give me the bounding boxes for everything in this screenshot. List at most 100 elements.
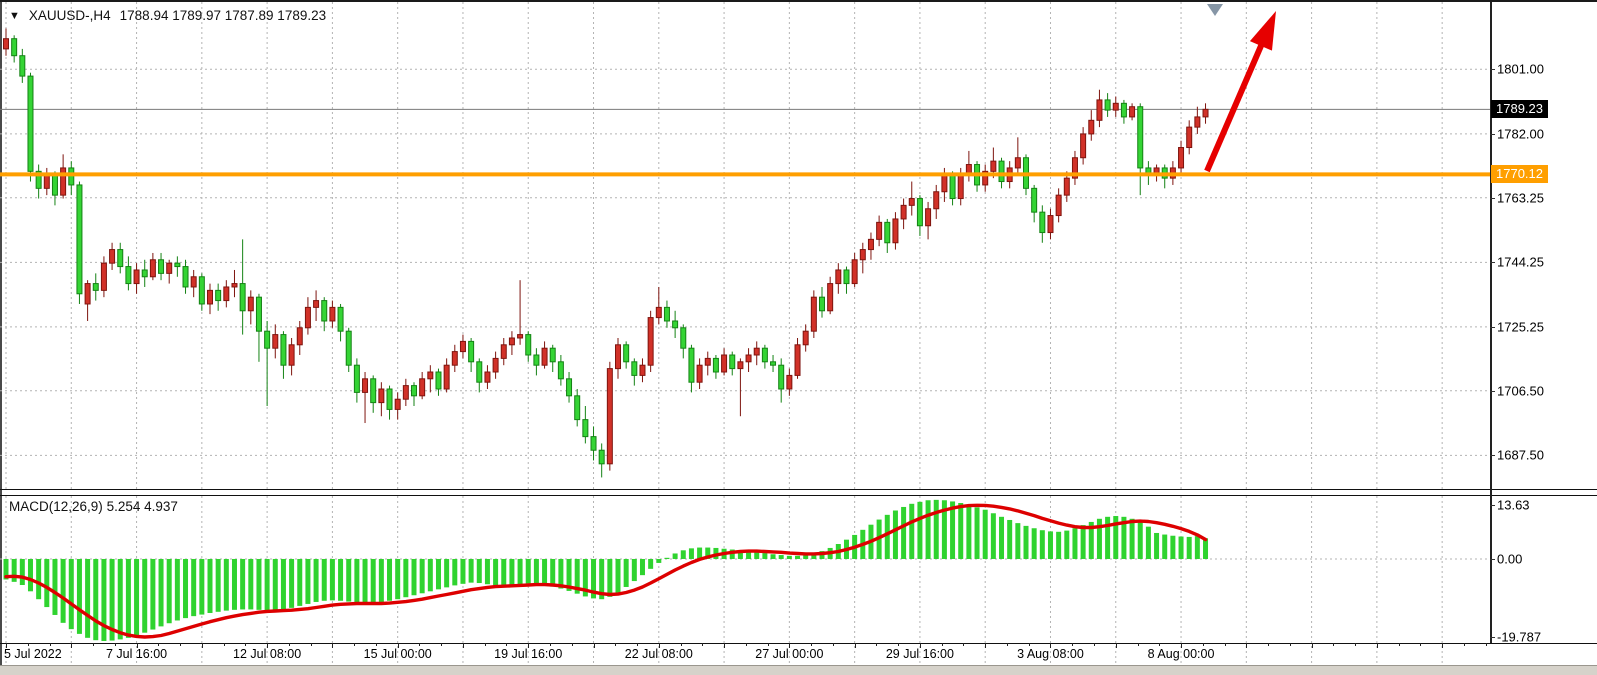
macd-bar [338, 559, 343, 601]
macd-bar [93, 559, 98, 640]
macd-bar [1170, 536, 1175, 559]
macd-bar [477, 559, 482, 583]
price-tick-label: 1744.25 [1497, 255, 1544, 270]
chevron-down-icon[interactable]: ▼ [9, 10, 20, 22]
time-axis-tick [681, 643, 682, 646]
time-axis-tick [637, 643, 638, 646]
time-axis-tick [1116, 643, 1117, 648]
macd-bar [183, 559, 188, 618]
macd-bar [983, 510, 988, 559]
macd-bar [1015, 523, 1020, 559]
price-tick-label: 1687.50 [1497, 448, 1544, 463]
macd-bar [648, 559, 653, 569]
macd-indicator-label: MACD(12,26,9) 5.254 4.937 [9, 499, 178, 514]
macd-bar [273, 559, 278, 610]
panel-separator-top[interactable] [0, 489, 1597, 490]
macd-bar [795, 556, 800, 559]
macd-bar [485, 559, 490, 584]
time-tick-label: 27 Jul 00:00 [755, 647, 823, 661]
time-axis-tick [245, 643, 246, 646]
macd-bar [1024, 526, 1029, 559]
macd-bar [305, 559, 310, 604]
macd-bar [395, 559, 400, 599]
macd-bar [77, 559, 82, 634]
macd-bar [118, 559, 123, 639]
macd-bar [509, 559, 514, 585]
macd-bar [36, 559, 41, 599]
macd-bar [379, 559, 384, 602]
time-axis-tick [550, 643, 551, 646]
time-tick-label: 3 Aug 08:00 [1017, 647, 1084, 661]
macd-bar [150, 559, 155, 630]
macd-bar [191, 559, 196, 616]
macd-bar [934, 500, 939, 559]
macd-bar [297, 559, 302, 606]
macd-bar [550, 559, 555, 587]
macd-bar [167, 559, 172, 623]
macd-bar [371, 559, 376, 603]
time-axis-tick [1029, 643, 1030, 646]
macd-bar [330, 559, 335, 600]
time-axis-tick [311, 643, 312, 646]
macd-bar [101, 559, 106, 641]
time-axis-tick [1246, 643, 1247, 648]
macd-bar [917, 502, 922, 559]
macd-bar [208, 559, 213, 613]
time-axis-border [0, 643, 1597, 644]
macd-bar [240, 559, 245, 609]
macd-bar [526, 559, 531, 583]
time-axis-tick [702, 643, 703, 646]
macd-bar [909, 504, 914, 559]
hline-badge: 1770.12 [1491, 165, 1548, 183]
time-axis-tick [1377, 643, 1378, 648]
macd-bar [518, 559, 523, 584]
macd-bar [69, 559, 74, 629]
macd-bar [1179, 537, 1184, 559]
macd-bar [1032, 528, 1037, 559]
axis-tick [1490, 505, 1495, 506]
macd-bar [501, 559, 506, 586]
time-axis-tick [1203, 643, 1204, 646]
macd-bar [632, 559, 637, 581]
macd-bar [624, 559, 629, 587]
time-axis-tick [1225, 643, 1226, 646]
time-axis-tick [1333, 643, 1334, 646]
macd-bar [762, 553, 767, 559]
macd-bar [20, 559, 25, 585]
macd-tick-label: 0.00 [1497, 551, 1522, 566]
macd-chart-surface[interactable] [0, 2, 1490, 675]
macd-bar [354, 559, 359, 603]
time-axis-tick [1420, 643, 1421, 646]
time-axis-tick [50, 643, 51, 646]
time-axis-tick [93, 643, 94, 646]
price-tick-label: 1782.00 [1497, 126, 1544, 141]
symbol-period-label: XAUUSD-,H4 [29, 8, 111, 23]
macd-bar [142, 559, 147, 633]
time-axis-tick [1159, 643, 1160, 646]
macd-bar [232, 559, 237, 610]
current-price-badge: 1789.23 [1491, 100, 1548, 118]
macd-bar [1154, 533, 1159, 559]
macd-bar [159, 559, 164, 626]
macd-bar [363, 559, 368, 604]
macd-bar [444, 559, 449, 587]
macd-bar [248, 559, 253, 609]
time-tick-label: 8 Aug 00:00 [1148, 647, 1215, 661]
panel-separator-bottom[interactable] [0, 495, 1597, 496]
macd-bar [771, 554, 776, 559]
macd-bar [460, 559, 465, 584]
macd-bar [387, 559, 392, 601]
axis-tick [1490, 455, 1495, 456]
axis-tick [1490, 327, 1495, 328]
time-axis-tick [1138, 643, 1139, 646]
time-axis-tick [1094, 643, 1095, 646]
time-axis-tick [942, 643, 943, 646]
time-axis-tick [1290, 643, 1291, 646]
macd-bar [175, 559, 180, 620]
axis-tick [1490, 262, 1495, 263]
macd-bar [134, 559, 139, 635]
price-tick-label: 1725.25 [1497, 319, 1544, 334]
macd-bar [616, 559, 621, 593]
macd-bar [85, 559, 90, 638]
macd-bar [1138, 522, 1143, 559]
